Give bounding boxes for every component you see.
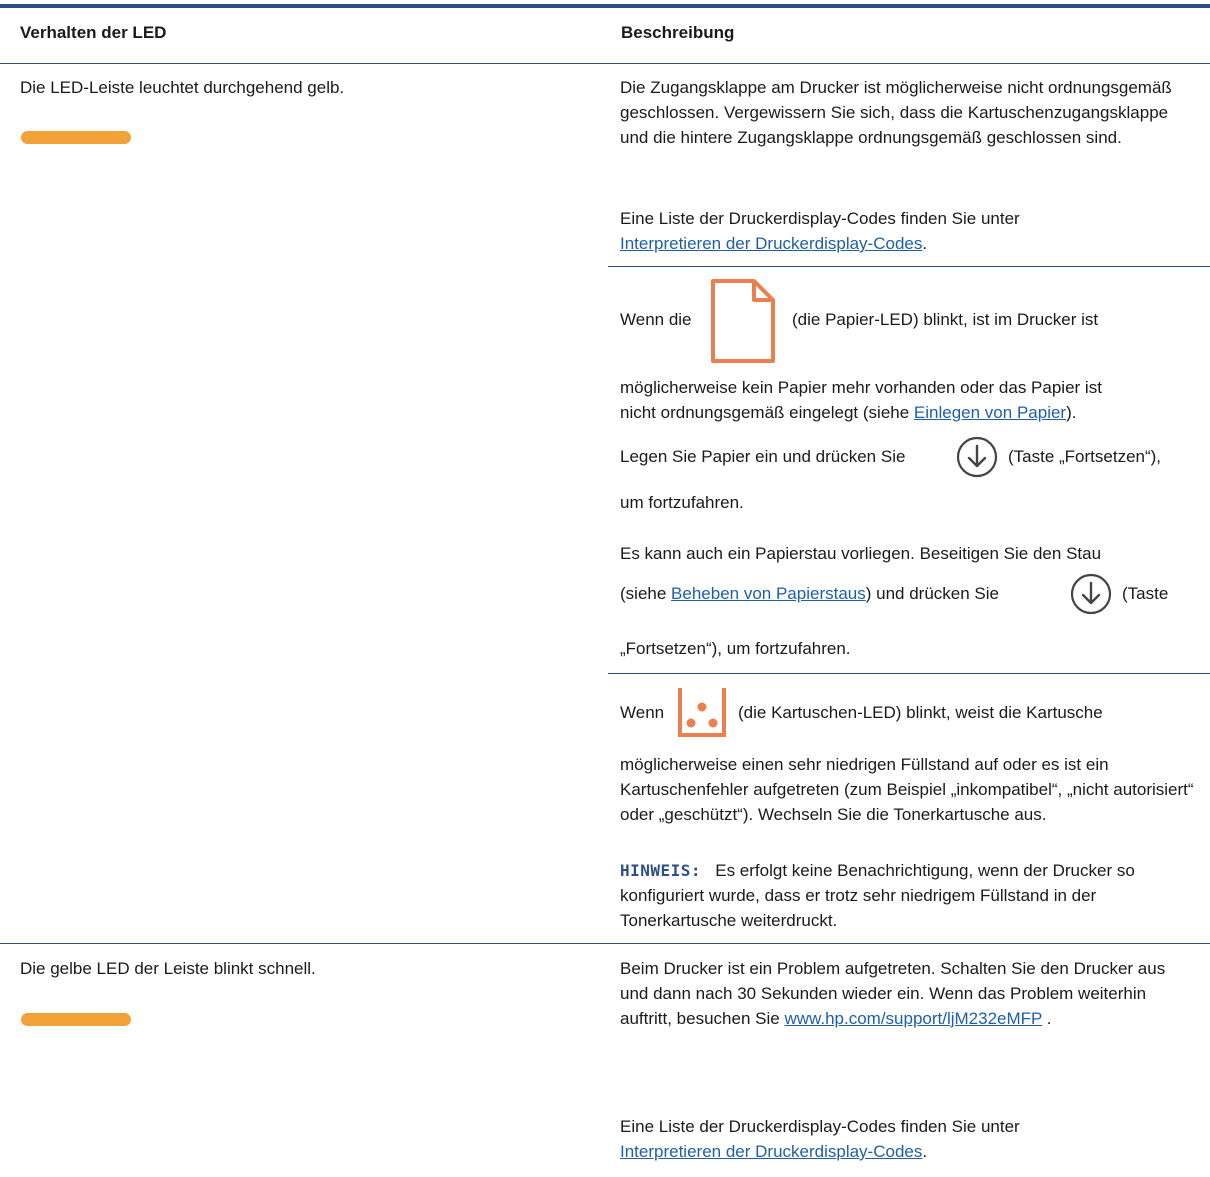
cartridge-note: HINWEIS: Es erfolgt keine Benachrichtigu… bbox=[620, 858, 1190, 933]
jam-row-text: (siehe Beheben von Papierstaus) und drüc… bbox=[620, 581, 999, 606]
jam-pre: (siehe bbox=[620, 584, 667, 603]
door-codes-end: . bbox=[922, 234, 928, 253]
paper-line3: nicht ordnungsgemäß eingelegt (siehe Ein… bbox=[620, 400, 1210, 425]
support-link[interactable]: www.hp.com/support/ljM232eMFP bbox=[784, 1009, 1042, 1028]
codes-paragraph: Eine Liste der Druckerdisplay-Codes find… bbox=[620, 1114, 1210, 1164]
paper-wenn: Wenn die bbox=[620, 310, 692, 329]
clear-jams-link[interactable]: Beheben von Papierstaus bbox=[671, 584, 866, 603]
cartridge-led-icon bbox=[676, 685, 728, 744]
resume-button-icon bbox=[955, 435, 999, 484]
paper-jam-line: Es kann auch ein Papierstau vorliegen. B… bbox=[620, 544, 1102, 563]
note-label: HINWEIS: bbox=[620, 861, 702, 880]
cartridge-led-line: Wenn (die Kartuschen-LED) blinkt, weist … bbox=[620, 683, 1210, 741]
header-rule bbox=[0, 63, 1210, 64]
header-description: Beschreibung bbox=[621, 23, 735, 42]
paper-load-pre: Legen Sie Papier ein und drücken Sie bbox=[620, 447, 906, 466]
door-text: Die Zugangsklappe am Drucker ist möglich… bbox=[620, 78, 1172, 147]
table-top-rule bbox=[0, 4, 1210, 8]
row1-behavior: Die LED-Leiste leuchtet durchgehend gelb… bbox=[20, 78, 345, 97]
display-codes-link[interactable]: Interpretieren der Druckerdisplay-Codes bbox=[620, 1142, 922, 1161]
cartridge-text: möglicherweise einen sehr niedrigen Füll… bbox=[620, 755, 1194, 824]
load-paper-link[interactable]: Einlegen von Papier bbox=[914, 403, 1066, 422]
paper-load-post: (Taste „Fortsetzen“), bbox=[1008, 447, 1162, 466]
codes-end: . bbox=[922, 1142, 928, 1161]
led-behavior-table: Verhalten der LED Beschreibung Die LED-L… bbox=[0, 0, 1210, 1177]
cartridge-wenn: Wenn bbox=[620, 703, 665, 722]
door-codes-paragraph: Eine Liste der Druckerdisplay-Codes find… bbox=[620, 206, 1210, 256]
paper-load-line: Legen Sie Papier ein und drücken Sie (Ta… bbox=[620, 433, 1210, 481]
problem-end: . bbox=[1042, 1009, 1052, 1028]
paper-led-icon bbox=[710, 278, 776, 369]
codes-text: Eine Liste der Druckerdisplay-Codes find… bbox=[620, 1117, 1020, 1136]
paper-line2: möglicherweise kein Papier mehr vorhande… bbox=[620, 378, 1102, 397]
row1-rule-1 bbox=[608, 266, 1210, 267]
paper-line3-post: ). bbox=[1066, 403, 1077, 422]
resume-button-icon bbox=[1069, 572, 1113, 621]
row2-behavior: Die gelbe LED der Leiste blinkt schnell. bbox=[20, 959, 316, 978]
cartridge-after-icon: (die Kartuschen-LED) blinkt, weist die K… bbox=[738, 703, 1103, 722]
problem-paragraph: Beim Drucker ist ein Problem aufgetreten… bbox=[620, 956, 1190, 1031]
paper-after-icon: (die Papier-LED) blinkt, ist im Drucker … bbox=[792, 310, 1099, 329]
header-behavior: Verhalten der LED bbox=[20, 23, 167, 42]
paper-continue: um fortzufahren. bbox=[620, 493, 744, 512]
jam-end: „Fortsetzen“), um fortzufahren. bbox=[620, 639, 851, 658]
display-codes-link[interactable]: Interpretieren der Druckerdisplay-Codes bbox=[620, 234, 922, 253]
led-bar-icon bbox=[21, 1013, 131, 1026]
jam-mid: ) und drücken Sie bbox=[865, 584, 999, 603]
door-codes-text: Eine Liste der Druckerdisplay-Codes find… bbox=[620, 209, 1020, 228]
paper-jam-row: (siehe Beheben von Papierstaus) und drüc… bbox=[620, 570, 1210, 618]
row1-rule-2 bbox=[608, 673, 1210, 674]
jam-post: (Taste bbox=[1122, 584, 1169, 603]
paper-line3-pre: nicht ordnungsgemäß eingelegt (siehe bbox=[620, 403, 910, 422]
row-divider bbox=[0, 943, 1210, 944]
led-bar-icon bbox=[21, 131, 131, 144]
paper-led-line: Wenn die (die Papier-LED) blinkt, ist im… bbox=[620, 278, 1210, 364]
